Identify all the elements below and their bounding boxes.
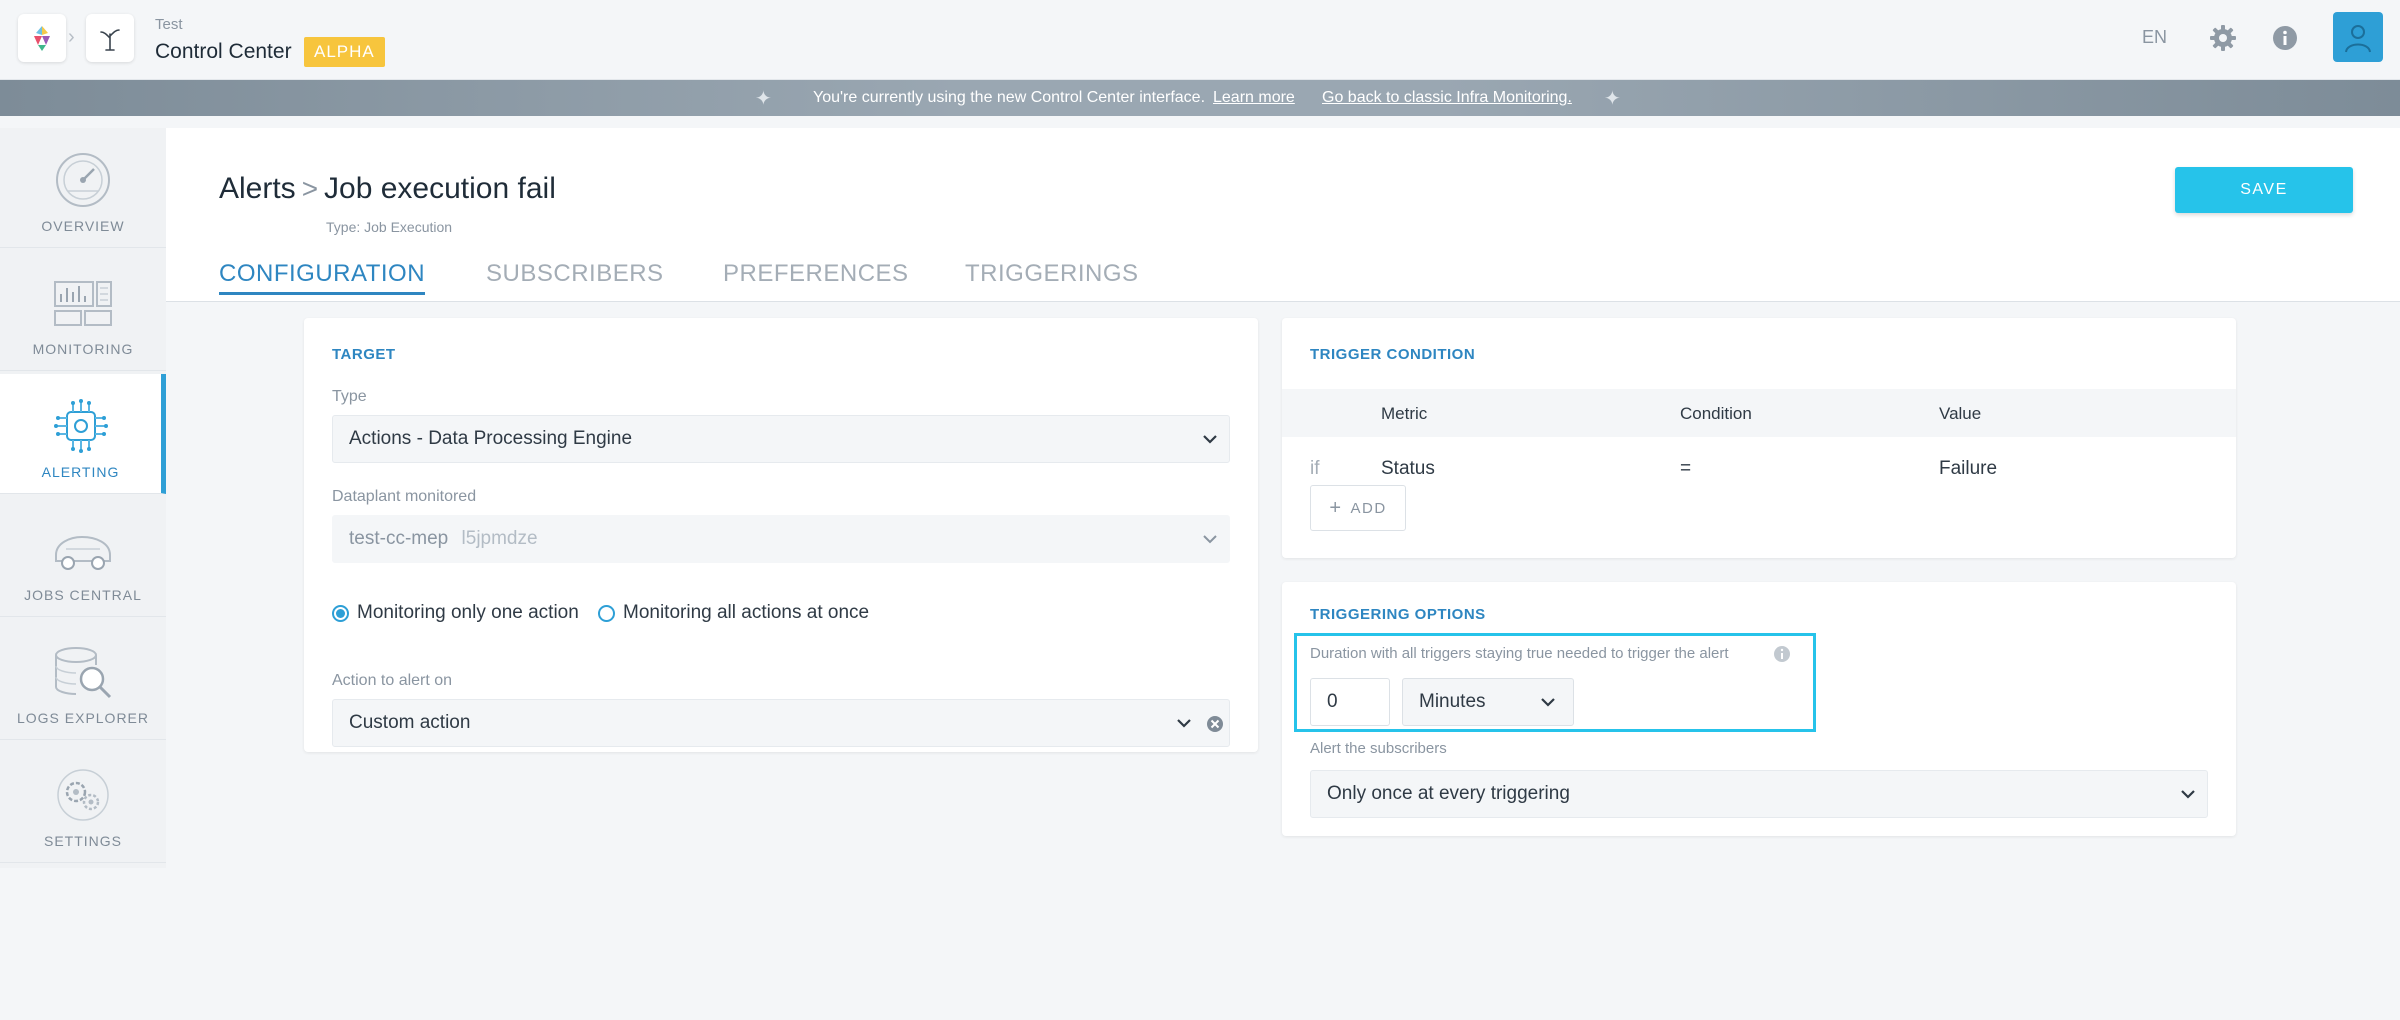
chevron-down-icon — [1541, 698, 1555, 707]
clear-icon[interactable] — [1205, 714, 1225, 734]
project-logo[interactable] — [86, 14, 134, 62]
alpha-badge: ALPHA — [304, 37, 385, 67]
tab-preferences[interactable]: PREFERENCES — [723, 260, 909, 288]
tab-subscribers[interactable]: SUBSCRIBERS — [486, 260, 664, 288]
condition-value[interactable]: Failure — [1939, 458, 1997, 480]
settings-gears-icon — [51, 765, 115, 825]
chevron-down-icon — [1177, 719, 1191, 728]
banner-message: You're currently using the new Control C… — [813, 89, 1206, 106]
action-label: Action to alert on — [332, 672, 453, 689]
sparkle-icon: ✦ — [755, 88, 772, 110]
chevron-down-icon — [1203, 435, 1217, 444]
user-icon — [2345, 25, 2371, 53]
info-icon[interactable] — [2267, 20, 2303, 56]
radio-unchecked-icon — [598, 604, 615, 622]
sidebar-item-alerting[interactable]: ALERTING — [0, 374, 166, 494]
sidebar-item-monitoring[interactable]: MONITORING — [0, 251, 166, 371]
duration-unit-value: Minutes — [1419, 691, 1486, 712]
project-name: Test — [155, 16, 183, 33]
dataplant-id: l5jpmdze — [461, 528, 538, 549]
chevron-down-icon — [1203, 535, 1217, 544]
brand-logo-icon — [34, 26, 50, 51]
breadcrumb: Alerts > Job execution fail — [219, 172, 556, 206]
sidebar-item-label: SETTINGS — [43, 833, 122, 849]
sidebar-item-label: JOBS CENTRAL — [24, 587, 142, 603]
app-logo[interactable] — [18, 14, 66, 62]
add-label: ADD — [1350, 499, 1387, 517]
radio-label: Monitoring all actions at once — [623, 602, 870, 623]
condition-if-prefix: if — [1310, 458, 1320, 479]
learn-more-link[interactable]: Learn more — [1213, 89, 1295, 107]
tab-configuration[interactable]: CONFIGURATION — [219, 260, 426, 295]
type-label: Type — [332, 388, 367, 405]
action-select[interactable]: Custom action — [332, 699, 1230, 747]
plus-icon: + — [1329, 496, 1343, 519]
trigger-condition-card: TRIGGER CONDITION Metric Condition Value… — [1282, 318, 2236, 558]
sidebar-item-label: ALERTING — [41, 464, 120, 480]
sidebar-item-jobs-central[interactable]: JOBS CENTRAL — [0, 497, 166, 617]
alerting-chip-icon — [49, 396, 113, 456]
app-name: Control Center — [155, 40, 292, 63]
type-select-value: Actions - Data Processing Engine — [349, 428, 633, 449]
sidebar-item-overview[interactable]: OVERVIEW — [0, 128, 166, 248]
language-selector[interactable]: EN — [2142, 27, 2167, 48]
sidebar-item-label: OVERVIEW — [41, 218, 125, 234]
trigger-condition-title: TRIGGER CONDITION — [1310, 346, 1476, 363]
user-avatar[interactable] — [2333, 12, 2383, 62]
triggering-options-card: TRIGGERING OPTIONS Duration with all tri… — [1282, 582, 2236, 836]
logs-search-icon — [51, 642, 115, 702]
duration-unit-select[interactable]: Minutes — [1402, 678, 1574, 726]
type-select[interactable]: Actions - Data Processing Engine — [332, 415, 1230, 463]
triggering-options-title: TRIGGERING OPTIONS — [1310, 606, 1486, 623]
subscribers-select[interactable]: Only once at every triggering — [1310, 770, 2208, 818]
breadcrumb-alerts-link[interactable]: Alerts — [219, 172, 296, 205]
save-button[interactable]: SAVE — [2175, 167, 2353, 213]
dataplant-select[interactable]: test-cc-mep l5jpmdze — [332, 515, 1230, 563]
project-plant-icon — [100, 29, 120, 51]
radio-monitor-one-action[interactable]: Monitoring only one action — [332, 602, 579, 624]
condition-operator[interactable]: = — [1680, 458, 1691, 480]
gear-icon[interactable] — [2205, 20, 2241, 56]
radio-checked-icon — [332, 604, 349, 622]
sidebar-item-logs-explorer[interactable]: LOGS EXPLORER — [0, 620, 166, 740]
dataplant-name: test-cc-mep — [349, 528, 449, 549]
page-title: Job execution fail — [324, 172, 556, 205]
action-select-value: Custom action — [349, 712, 471, 733]
tab-triggerings[interactable]: TRIGGERINGS — [965, 260, 1139, 288]
sidebar-item-settings[interactable]: SETTINGS — [0, 743, 166, 863]
breadcrumb-separator: > — [301, 173, 319, 204]
go-back-classic-link[interactable]: Go back to classic Infra Monitoring. — [1322, 89, 1572, 107]
dataplant-label: Dataplant monitored — [332, 488, 477, 505]
top-bar: › Test Control Center ALPHA EN — [0, 0, 2400, 80]
add-condition-button[interactable]: + ADD — [1310, 485, 1406, 531]
info-icon[interactable] — [1773, 645, 1791, 663]
chevron-right-icon: › — [68, 26, 75, 48]
column-value: Value — [1939, 404, 1982, 423]
column-condition: Condition — [1680, 404, 1752, 423]
sidebar-nav: OVERVIEW MONITORING ALERTING JOBS CENTRA… — [0, 128, 166, 868]
duration-label: Duration with all triggers staying true … — [1310, 645, 1729, 662]
alert-type-label: Type: Job Execution — [326, 219, 453, 235]
duration-value: 0 — [1327, 691, 1338, 712]
jobs-truck-icon — [51, 519, 115, 579]
radio-monitor-all-actions[interactable]: Monitoring all actions at once — [598, 602, 869, 624]
content-area: TARGET Type Actions - Data Processing En… — [166, 302, 2400, 1020]
gauge-icon — [51, 150, 115, 210]
condition-metric[interactable]: Status — [1381, 458, 1435, 480]
interface-banner: ✦ You're currently using the new Control… — [0, 80, 2400, 116]
monitoring-dashboard-icon — [51, 273, 115, 333]
target-card: TARGET Type Actions - Data Processing En… — [304, 318, 1258, 752]
target-title: TARGET — [332, 346, 396, 363]
sidebar-item-label: MONITORING — [32, 341, 134, 357]
column-metric: Metric — [1381, 404, 1428, 423]
sparkle-icon: ✦ — [1604, 88, 1621, 110]
chevron-down-icon — [2181, 790, 2195, 799]
subscribers-label: Alert the subscribers — [1310, 740, 1447, 757]
sidebar-item-label: LOGS EXPLORER — [16, 710, 150, 726]
radio-label: Monitoring only one action — [357, 602, 579, 623]
duration-input[interactable]: 0 — [1310, 678, 1390, 726]
subscribers-select-value: Only once at every triggering — [1327, 783, 1570, 804]
